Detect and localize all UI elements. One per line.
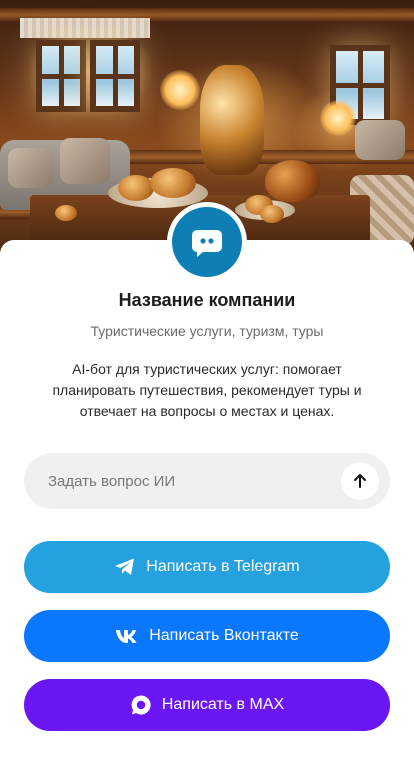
company-name: Название компании (118, 290, 296, 310)
telegram-button-label: Написать в Telegram (146, 558, 300, 575)
ask-ai-input[interactable] (24, 453, 341, 509)
send-button[interactable] (341, 462, 379, 500)
max-button-label: Написать в MAX (161, 696, 285, 713)
vk-button-label: Написать Вконтакте (149, 627, 299, 644)
company-description: AI-бот для туристических услуг: помогает… (52, 361, 362, 419)
arrow-up-icon (352, 473, 368, 489)
avatar (167, 202, 247, 282)
chat-bubble-icon (190, 225, 224, 259)
avatar-badge (172, 207, 242, 277)
company-tagline: Туристические услуги, туризм, туры (90, 323, 324, 339)
telegram-icon (114, 557, 136, 577)
vk-icon (115, 628, 139, 644)
vk-button[interactable]: Написать Вконтакте (24, 610, 390, 662)
max-button[interactable]: Написать в MAX (24, 679, 390, 731)
ask-ai-box (24, 453, 390, 509)
telegram-button[interactable]: Написать в Telegram (24, 541, 390, 593)
max-icon (130, 694, 152, 716)
